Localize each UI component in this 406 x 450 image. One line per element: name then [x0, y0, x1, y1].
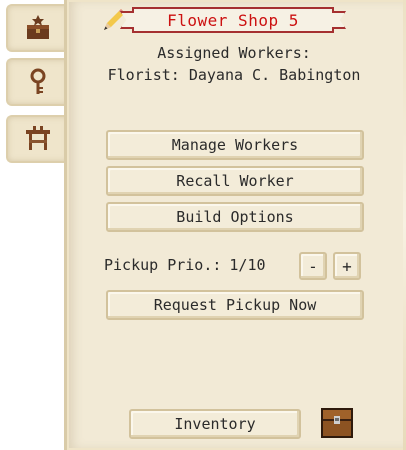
worker-name: Florist: Dayana C. Babington	[107, 66, 361, 84]
tab-crafting[interactable]	[6, 115, 68, 163]
key-icon	[30, 68, 46, 94]
pencil-icon[interactable]	[100, 6, 128, 34]
chest-home-icon	[27, 15, 49, 39]
chest-icon[interactable]	[320, 406, 354, 440]
priority-increase-button[interactable]: +	[333, 252, 361, 280]
build-options-button[interactable]: Build Options	[106, 202, 364, 232]
inventory-button[interactable]: Inventory	[129, 409, 301, 439]
tab-workers[interactable]	[6, 58, 68, 106]
manage-workers-button[interactable]: Manage Workers	[106, 130, 364, 160]
pickup-priority-value: 1/10	[229, 256, 266, 274]
tab-building[interactable]	[6, 4, 68, 52]
recall-worker-button[interactable]: Recall Worker	[106, 166, 364, 196]
pickup-priority-label: Pickup Prio.:	[104, 256, 222, 274]
assigned-workers-label: Assigned Workers:	[157, 44, 311, 62]
title-banner: Flower Shop 5	[132, 7, 334, 33]
priority-decrease-button[interactable]: -	[299, 252, 327, 280]
page-title: Flower Shop 5	[167, 10, 299, 30]
workbench-icon	[26, 126, 50, 150]
request-pickup-button[interactable]: Request Pickup Now	[106, 290, 364, 320]
pickup-priority: Pickup Prio.: 1/10	[104, 256, 266, 274]
